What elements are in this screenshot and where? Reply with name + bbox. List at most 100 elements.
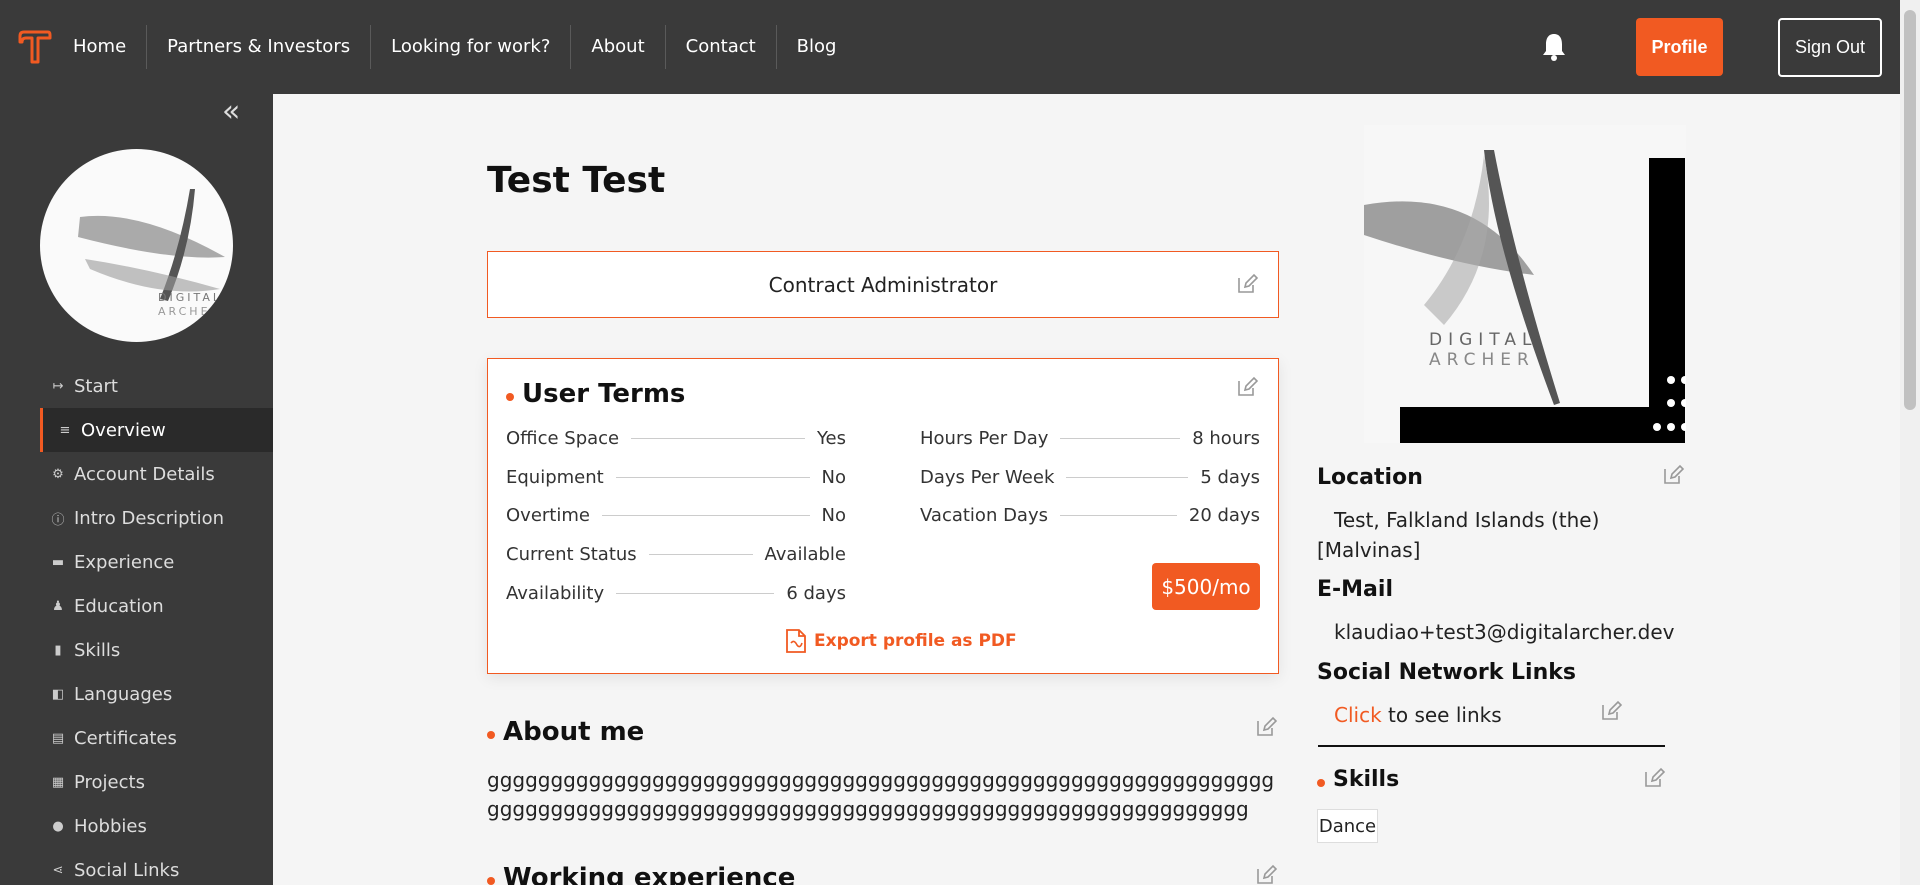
price-badge: $500/mo: [1152, 563, 1260, 610]
nav-looking-for-work[interactable]: Looking for work?: [371, 25, 572, 69]
sidebar-item-projects[interactable]: ▦ Projects: [40, 760, 273, 804]
nav-partners-investors[interactable]: Partners & Investors: [147, 25, 372, 69]
term-value: Available: [764, 543, 846, 565]
term-value: 8 hours: [1192, 427, 1260, 449]
edit-working-experience-icon[interactable]: [1255, 864, 1277, 885]
site-logo-icon[interactable]: [18, 30, 52, 64]
term-label: Current Status: [506, 543, 637, 565]
bar-chart-icon: ▮: [54, 642, 62, 658]
sidebar-item-account-details[interactable]: ⚙ Account Details: [40, 452, 273, 496]
term-value: 20 days: [1188, 504, 1260, 526]
social-links-title: Social Network Links: [1317, 660, 1576, 685]
nav-home[interactable]: Home: [53, 25, 148, 69]
term-label: Equipment: [506, 466, 604, 488]
bullet-dot-icon: [487, 877, 495, 885]
term-divider: [616, 592, 775, 594]
term-row: Hours Per Day 8 hours: [920, 425, 1260, 451]
sidebar-item-label: Start: [74, 375, 118, 397]
term-row: Equipment No: [506, 464, 846, 490]
collapse-sidebar-icon[interactable]: «: [222, 97, 250, 128]
social-links-click[interactable]: Click: [1334, 703, 1382, 727]
sidebar-item-label: Experience: [74, 551, 175, 573]
nav-about[interactable]: About: [571, 25, 666, 69]
edit-about-me-icon[interactable]: [1255, 716, 1277, 738]
term-row: Vacation Days 20 days: [920, 502, 1260, 528]
social-links-rest: to see links: [1388, 703, 1502, 727]
edit-social-links-icon[interactable]: [1600, 700, 1622, 722]
arrow-right-icon: ↦: [52, 378, 64, 394]
term-label: Office Space: [506, 427, 620, 449]
term-divider: [1066, 476, 1189, 478]
about-me-title: About me: [487, 717, 644, 747]
list-icon: ≡: [59, 422, 71, 438]
sidebar-item-intro-description[interactable]: ⓘ Intro Description: [40, 496, 273, 540]
sidebar-item-skills[interactable]: ▮ Skills: [40, 628, 273, 672]
bullet-dot-icon: [506, 393, 514, 401]
graduation-icon: ♟: [52, 598, 64, 614]
sidebar-item-overview[interactable]: ≡ Overview: [40, 408, 273, 452]
export-pdf-label: Export profile as PDF: [814, 631, 1017, 651]
location-value: Test, Falkland Islands (the) [Malvinas]: [1317, 508, 1600, 562]
edit-skills-icon[interactable]: [1643, 767, 1665, 789]
term-label: Vacation Days: [920, 504, 1048, 526]
term-row: Current Status Available: [506, 541, 846, 567]
page-scrollbar[interactable]: [1900, 0, 1920, 885]
term-value: No: [821, 466, 846, 488]
scrollbar-thumb[interactable]: [1904, 10, 1916, 410]
skill-tag: Dance: [1317, 809, 1378, 843]
presentation-icon: ▦: [51, 774, 65, 790]
sidebar-item-languages[interactable]: ◧ Languages: [40, 672, 273, 716]
working-experience-title-text: Working experience: [503, 863, 796, 885]
sidebar-item-start[interactable]: ↦ Start: [40, 364, 273, 408]
sidebar-item-education[interactable]: ♟ Education: [40, 584, 273, 628]
term-row: Availability 6 days: [506, 580, 846, 606]
avatar: DIGITAL ARCHER: [40, 149, 233, 342]
edit-location-icon[interactable]: [1662, 464, 1684, 486]
job-title: Contract Administrator: [768, 272, 998, 297]
info-icon: ⓘ: [51, 512, 65, 528]
avatar-logo-text-2: ARCHER: [158, 305, 221, 318]
sidebar-item-label: Hobbies: [74, 815, 147, 837]
term-row: Overtime No: [506, 502, 846, 528]
skills-title: Skills: [1317, 767, 1399, 792]
profile-button[interactable]: Profile: [1636, 18, 1723, 76]
briefcase-icon: ▬: [51, 554, 65, 570]
sidebar-item-experience[interactable]: ▬ Experience: [40, 540, 273, 584]
working-experience-title: Working experience: [487, 863, 795, 885]
user-terms-title-text: User Terms: [522, 379, 686, 409]
job-title-box: Contract Administrator: [487, 251, 1279, 318]
share-icon: ⋖: [52, 862, 64, 878]
main-nav: Home Partners & Investors Looking for wo…: [53, 25, 856, 69]
user-terms-title: User Terms: [506, 379, 685, 409]
email-title: E-Mail: [1317, 577, 1393, 602]
chat-icon: ◧: [51, 686, 65, 702]
sidebar-item-social-links[interactable]: ⋖ Social Links: [40, 848, 273, 885]
term-label: Days Per Week: [920, 466, 1055, 488]
digital-archer-logo-icon: DIGITAL ARCHER: [78, 189, 225, 318]
sidebar-item-label: Education: [74, 595, 164, 617]
term-value: Yes: [816, 427, 846, 449]
sidebar-item-label: Certificates: [74, 727, 177, 749]
page-title: Test Test: [487, 160, 666, 201]
sign-out-button[interactable]: Sign Out: [1778, 18, 1882, 77]
term-divider: [1060, 437, 1181, 439]
company-logo-text-2: ARCHER: [1429, 350, 1535, 370]
edit-job-title-icon[interactable]: [1236, 273, 1258, 295]
certificate-icon: ▤: [51, 730, 65, 746]
sidebar-item-label: Projects: [74, 771, 145, 793]
term-row: Office Space Yes: [506, 425, 846, 451]
bell-icon[interactable]: [1540, 32, 1568, 62]
export-pdf-link[interactable]: Export profile as PDF: [784, 628, 1017, 654]
nav-contact[interactable]: Contact: [666, 25, 777, 69]
term-divider: [648, 553, 753, 555]
sidebar-item-certificates[interactable]: ▤ Certificates: [40, 716, 273, 760]
edit-user-terms-icon[interactable]: [1236, 376, 1258, 398]
company-logo: DIGITAL ARCHER: [1364, 125, 1686, 443]
term-divider: [1060, 514, 1177, 516]
term-divider: [631, 437, 805, 439]
nav-blog[interactable]: Blog: [777, 25, 857, 69]
sidebar-item-hobbies[interactable]: ● Hobbies: [40, 804, 273, 848]
sidebar-item-label: Account Details: [74, 463, 215, 485]
term-row: Days Per Week 5 days: [920, 464, 1260, 490]
gear-icon: ⚙: [52, 466, 64, 482]
